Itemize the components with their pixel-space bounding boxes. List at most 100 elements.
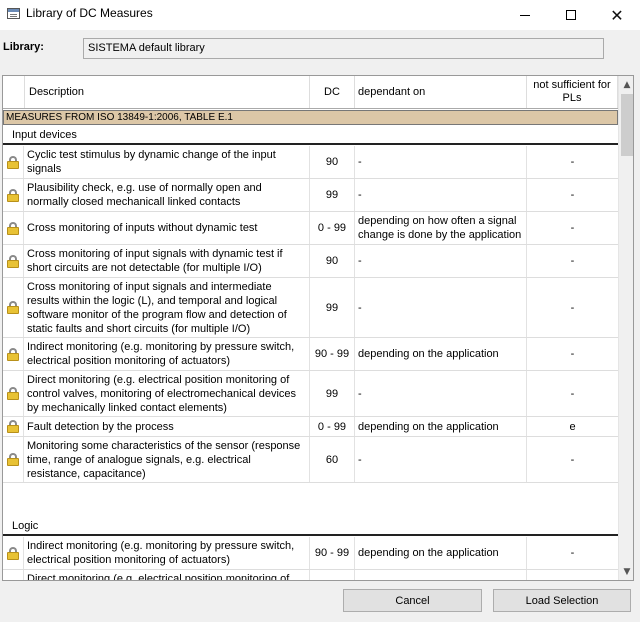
row-lock-cell [3,245,24,277]
table-row[interactable]: Plausibility check, e.g. use of normally… [3,179,618,212]
cell-not-sufficient: e [569,420,576,433]
row-lock-cell [3,537,24,569]
lock-icon [7,155,19,169]
library-label: Library: [3,41,44,53]
cell-description: Plausibility check, e.g. use of normally… [24,179,310,211]
group-header[interactable]: Input devices [3,127,618,145]
cell-not-sufficient: - [570,387,575,400]
maximize-button[interactable] [548,0,594,30]
cell-not-sufficient: - [527,570,618,580]
maximize-icon [566,10,576,20]
load-selection-button[interactable]: Load Selection [493,589,631,612]
cell-dc: 0 - 99 [310,417,355,436]
group-header[interactable]: Logic [3,518,618,536]
cell-description: Cross monitoring of input signals and in… [24,278,310,337]
cell-dependant-on: - [355,371,527,416]
lock-icon [7,254,19,268]
cancel-button[interactable]: Cancel [343,589,482,612]
table-body: MEASURES FROM ISO 13849-1:2006, TABLE E.… [3,109,618,580]
cell-description: Indirect monitoring (e.g. monitoring by … [24,338,310,370]
cell-dependant-on: - [355,146,527,178]
chevron-up-icon: ▲ [623,79,631,90]
cell-description: Monitoring some characteristics of the s… [24,437,310,482]
cell-dependant-on: depending on how often a signal change i… [355,212,527,244]
cell-not-sufficient: - [570,453,575,466]
cell-description: Fault detection by the process [24,417,310,436]
cell-dc: 99 [310,371,355,416]
cell-dc: 99 [310,570,355,580]
minimize-button[interactable] [502,0,548,30]
cell-dependant-on: depending on the application [355,537,527,569]
row-lock-cell [3,371,24,416]
table-row[interactable]: Monitoring some characteristics of the s… [3,437,618,483]
window-app-icon [7,8,20,19]
row-lock-cell [3,146,24,178]
title-bar: Library of DC Measures ✕ [0,0,640,30]
cell-dc: 90 [310,245,355,277]
cell-dc: 99 [310,278,355,337]
row-lock-cell [3,338,24,370]
scroll-up-button[interactable]: ▲ [619,76,633,93]
lock-icon [7,420,19,433]
cell-not-sufficient: - [570,156,575,168]
cell-description: Direct monitoring (e.g. electrical posit… [24,371,310,416]
close-button[interactable]: ✕ [594,0,640,30]
table-row[interactable]: Cyclic test stimulus by dynamic change o… [3,146,618,179]
lock-icon [7,546,19,560]
chevron-down-icon: ▼ [623,566,631,577]
lock-icon [7,221,19,235]
minimize-icon [520,14,530,16]
cell-description: Indirect monitoring (e.g. monitoring by … [24,537,310,569]
cell-dependant-on: - [355,245,527,277]
measures-table[interactable]: Description DC dependant on not sufficie… [2,75,634,581]
cell-not-sufficient: - [570,301,575,314]
close-icon: ✕ [610,5,624,25]
cell-dc: 90 - 99 [310,537,355,569]
vertical-scrollbar[interactable]: ▲ ▼ [618,76,633,580]
table-row[interactable]: Direct monitoring (e.g. electrical posit… [3,570,618,580]
column-header-description[interactable]: Description [24,76,310,108]
column-header-not-sufficient[interactable]: not sufficient for PLs [527,76,618,108]
cell-dc: 90 - 99 [310,338,355,370]
row-lock-cell [3,570,24,580]
cell-dependant-on: depending on the application [355,417,527,436]
cell-description: Cross monitoring of inputs without dynam… [24,212,310,244]
scroll-down-button[interactable]: ▼ [619,563,633,580]
table-row[interactable]: Fault detection by the process 0 - 99 depe… [3,417,618,437]
cell-description: Direct monitoring (e.g. electrical posit… [24,570,310,580]
dialog-window: Library of DC Measures ✕ Library: SISTEM… [0,0,640,622]
cell-dc: 99 [310,179,355,211]
table-row[interactable]: Direct monitoring (e.g. electrical posit… [3,371,618,417]
cell-not-sufficient: - [570,255,575,267]
cell-not-sufficient: - [570,222,575,234]
table-header: Description DC dependant on not sufficie… [3,76,618,109]
row-lock-cell [3,278,24,337]
section-header[interactable]: MEASURES FROM ISO 13849-1:2006, TABLE E.… [3,110,618,125]
cell-dc: 90 [310,146,355,178]
cell-description: Cross monitoring of input signals with d… [24,245,310,277]
cell-dc: 60 [310,437,355,482]
row-lock-cell [3,437,24,482]
table-row[interactable]: Cross monitoring of input signals with d… [3,245,618,278]
lock-icon [7,347,19,361]
column-header-dependant-on[interactable]: dependant on [355,76,527,108]
cell-dc: 0 - 99 [310,212,355,244]
table-row[interactable]: Indirect monitoring (e.g. monitoring by … [3,338,618,371]
lock-icon [7,301,19,314]
cell-not-sufficient: - [570,547,575,559]
cell-not-sufficient: - [570,348,575,360]
cell-dependant-on: depending on the application [355,338,527,370]
table-row[interactable]: Cross monitoring of inputs without dynam… [3,212,618,245]
cell-dependant-on: - [355,278,527,337]
lock-icon [7,188,19,202]
cell-dependant-on: - [355,437,527,482]
table-row[interactable]: Indirect monitoring (e.g. monitoring by … [3,537,618,570]
row-lock-cell [3,212,24,244]
table-row[interactable]: Cross monitoring of input signals and in… [3,278,618,338]
scrollbar-thumb[interactable] [621,94,633,156]
lock-icon [7,387,19,400]
cell-not-sufficient: - [570,189,575,201]
column-header-dc[interactable]: DC [310,76,355,108]
cell-dependant-on: - [355,179,527,211]
window-title: Library of DC Measures [26,6,153,20]
